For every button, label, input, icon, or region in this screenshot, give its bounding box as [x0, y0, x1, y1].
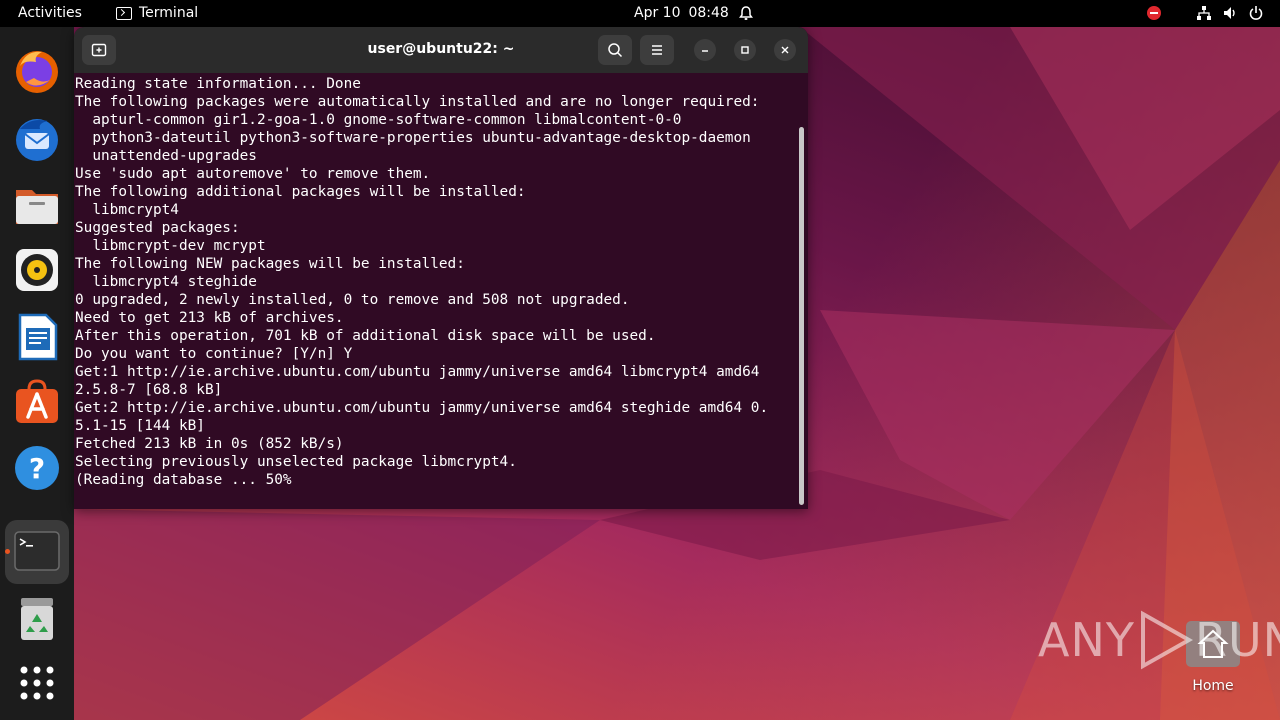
dock-item-help[interactable]: ?: [12, 443, 62, 493]
terminal-line: python3-dateutil python3-software-proper…: [75, 130, 751, 146]
trash-icon: [21, 598, 53, 640]
play-logo-icon: [1140, 610, 1193, 670]
dock-item-files[interactable]: [12, 180, 62, 230]
terminal-line: (Reading database ... 50%: [75, 472, 292, 488]
terminal-line: Fetched 213 kB in 0s (852 kB/s): [75, 436, 344, 452]
running-indicator: [5, 549, 10, 554]
terminal-line: After this operation, 701 kB of addition…: [75, 328, 656, 344]
search-button[interactable]: [598, 35, 632, 65]
dock-item-rhythmbox[interactable]: [12, 245, 62, 295]
watermark-right: RUN: [1194, 613, 1280, 667]
terminal-line: Get:1 http://ie.archive.ubuntu.com/ubunt…: [75, 364, 760, 380]
files-icon: [16, 190, 58, 224]
terminal-icon: [14, 531, 60, 571]
clock-date: Apr 10: [634, 5, 681, 21]
rhythmbox-icon: [16, 249, 58, 291]
thunderbird-icon: [16, 119, 58, 161]
home-folder-label[interactable]: Home: [1172, 678, 1254, 694]
terminal-line: Reading state information... Done: [75, 76, 361, 92]
terminal-line: The following additional packages will b…: [75, 184, 526, 200]
terminal-line: The following packages were automaticall…: [75, 94, 760, 110]
software-icon: [16, 379, 58, 423]
maximize-icon: [741, 46, 749, 54]
terminal-line: libmcrypt4 steghide: [75, 274, 257, 290]
terminal-window[interactable]: user@ubuntu22: ~ Reading state informati…: [74, 27, 808, 509]
do-not-disturb-icon[interactable]: [1146, 5, 1162, 21]
close-button[interactable]: [774, 39, 796, 61]
svg-text:?: ?: [29, 452, 45, 485]
window-titlebar[interactable]: user@ubuntu22: ~: [74, 27, 808, 73]
menu-button[interactable]: [640, 35, 674, 65]
terminal-line: Get:2 http://ie.archive.ubuntu.com/ubunt…: [75, 400, 769, 416]
clock-time: 08:48: [688, 5, 729, 21]
watermark-left: ANY: [1038, 613, 1135, 667]
dock-item-writer[interactable]: [12, 312, 62, 362]
dock-item-thunderbird[interactable]: [12, 113, 62, 163]
terminal-line: Suggested packages:: [75, 220, 240, 236]
close-icon: [781, 46, 789, 54]
help-icon: ?: [15, 446, 59, 490]
terminal-line: Do you want to continue? [Y/n] Y: [75, 346, 353, 362]
network-icon[interactable]: [1196, 5, 1212, 21]
volume-icon[interactable]: [1222, 5, 1238, 21]
dock-item-firefox[interactable]: [12, 46, 62, 96]
terminal-line: apturl-common gir1.2-goa-1.0 gnome-softw…: [75, 112, 682, 128]
terminal-line: 5.1-15 [144 kB]: [75, 418, 205, 434]
terminal-line: Use 'sudo apt autoremove' to remove them…: [75, 166, 431, 182]
power-icon[interactable]: [1248, 5, 1264, 21]
grid-icon: [20, 666, 54, 700]
hamburger-icon: [652, 45, 662, 55]
terminal-line: libmcrypt4: [75, 202, 179, 218]
dock-item-trash[interactable]: [12, 594, 62, 644]
system-tray[interactable]: [1146, 5, 1264, 21]
minimize-icon: [702, 50, 708, 52]
activities-button[interactable]: Activities: [18, 5, 82, 21]
search-icon: [608, 43, 623, 58]
bell-icon: [739, 6, 753, 20]
clock[interactable]: Apr 10 08:48: [634, 5, 729, 21]
minimize-button[interactable]: [694, 39, 716, 61]
app-menu-terminal[interactable]: Terminal: [116, 5, 198, 21]
terminal-small-icon: [116, 6, 132, 20]
writer-icon: [18, 313, 58, 361]
terminal-output[interactable]: Reading state information... Done The fol…: [75, 75, 795, 509]
firefox-icon: [16, 51, 58, 93]
terminal-line: 2.5.8-7 [68.8 kB]: [75, 382, 223, 398]
dock-item-show-apps[interactable]: [12, 658, 62, 708]
dock-item-software[interactable]: [12, 377, 62, 427]
terminal-line: Selecting previously unselected package …: [75, 454, 517, 470]
terminal-line: libmcrypt-dev mcrypt: [75, 238, 266, 254]
terminal-line: unattended-upgrades: [75, 148, 257, 164]
top-bar: Activities Terminal Apr 10 08:48: [0, 0, 1280, 27]
anyrun-watermark: ANY RUN: [1038, 608, 1280, 672]
terminal-line: 0 upgraded, 2 newly installed, 0 to remo…: [75, 292, 630, 308]
scrollbar[interactable]: [799, 127, 804, 505]
terminal-line: Need to get 213 kB of archives.: [75, 310, 344, 326]
dock: ?: [0, 27, 74, 720]
terminal-line: The following NEW packages will be insta…: [75, 256, 465, 272]
maximize-button[interactable]: [734, 39, 756, 61]
dock-item-terminal[interactable]: [5, 520, 69, 584]
app-menu-label: Terminal: [139, 5, 199, 21]
